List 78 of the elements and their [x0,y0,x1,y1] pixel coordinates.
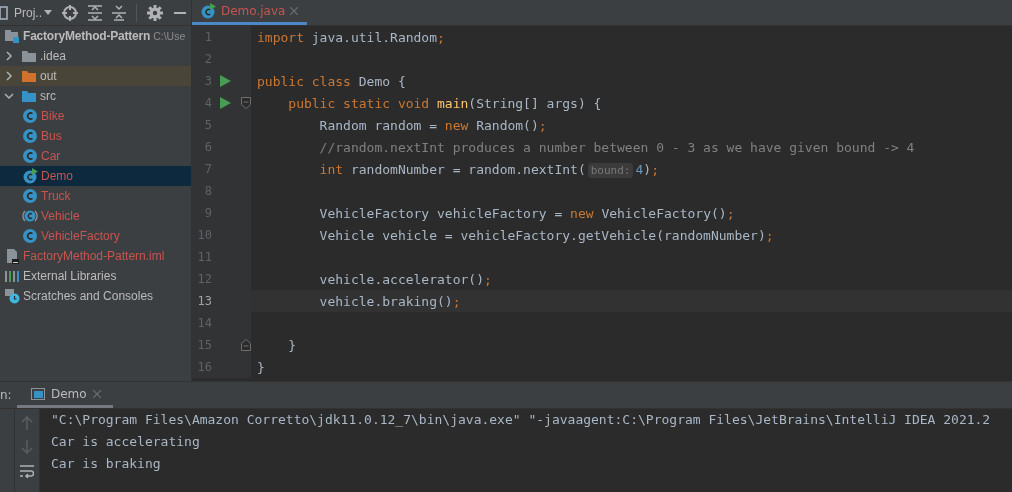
code-line: //random.nextInt produces a number between 0 - 3 as we have given bound -> 4 [318,139,915,155]
tree-label: Bike [41,109,65,123]
fold-icon[interactable] [241,339,251,351]
scratches-icon [4,288,20,304]
tree-item[interactable]: .idea [0,46,191,66]
tree-label: VehicleFactory [41,229,120,243]
tree-label: Scratches and Consoles [23,289,154,303]
tree-label: Vehicle [41,209,80,223]
folder-icon [21,48,37,64]
chevron-down-icon[interactable] [4,91,14,101]
code-line: import java.util.Random; [257,29,445,45]
runnable-class-icon [22,168,38,184]
tree-item[interactable]: Vehicle [0,206,191,226]
settings-icon[interactable] [147,4,163,21]
folder-icon [21,88,37,104]
line-number: 13 [196,294,212,308]
code-line: public static void main(String[] args) { [287,95,602,111]
expand-all-icon[interactable] [88,4,102,21]
locate-icon[interactable] [62,4,78,21]
tree-label: Demo [41,169,73,183]
tree-item[interactable]: Demo [0,166,191,186]
tree-item[interactable]: FactoryMethod-Pattern.iml [0,246,191,266]
parameter-hint: bound: [587,162,634,178]
code-line: int randomNumber = random.nextInt( bound: 4); [318,161,659,177]
console-output-line: Car is accelerating [51,433,201,451]
tree-label: out [40,69,57,83]
tree-label: Car [41,149,61,163]
fold-icon[interactable] [241,97,251,109]
tree-item[interactable]: External Libraries [0,266,191,286]
tree-item[interactable]: FactoryMethod-Pattern C:\Use [0,26,191,46]
tree-item[interactable]: Bike [0,106,191,126]
chevron-right-icon[interactable] [4,51,14,61]
tree-item[interactable]: out [0,66,191,86]
chevron-right-icon[interactable] [4,71,14,81]
class-icon [200,3,216,19]
tree-item[interactable]: src [0,86,191,106]
console-icon [31,387,45,400]
caret-icon [44,9,52,16]
console-output-line: Car is braking [51,455,162,473]
tree-label: External Libraries [23,269,117,283]
project-view-dropdown[interactable]: Proj.. [14,5,52,20]
soft-wrap-icon[interactable] [20,464,34,478]
tree-label: FactoryMethod-Pattern [23,29,151,43]
project-icon [0,5,8,20]
class-icon [22,128,38,144]
code-line: VehicleFactory vehicleFactory = new VehicleFactory(); [318,205,735,221]
code-line: vehicle.accelerator(); [318,271,492,287]
path-label: C:\Use [153,30,186,42]
tree-item[interactable]: VehicleFactory [0,226,191,246]
run-icon[interactable] [220,97,231,109]
tree-label: Bus [41,129,62,143]
code-line: Random random = new Random(); [318,117,547,133]
file-icon [4,248,20,264]
libraries-icon [4,268,20,284]
tree-item[interactable]: Car [0,146,191,166]
tree-item[interactable]: Scratches and Consoles [0,286,191,306]
console-output-line: "C:\Program Files\Amazon Corretto\jdk11.0.12_7\bin\java.exe" "-javaagent:C:\Program Files\JetBrains\IntelliJ IDEA 2021.2 [51,411,991,429]
folder-icon [21,68,37,84]
code-line: } [257,359,265,375]
code-line: vehicle.braking(); [318,293,461,309]
tool-window-label: n: [0,388,13,402]
tree-item[interactable]: Bus [0,126,191,146]
tree-label: src [40,89,56,103]
code-line: } [287,337,297,353]
run-icon[interactable] [220,75,231,87]
class-icon [22,148,38,164]
tree-item[interactable]: Truck [0,186,191,206]
class-icon [22,108,38,124]
tree-label: FactoryMethod-Pattern.iml [23,249,165,263]
class-icon [22,188,38,204]
code-line: Vehicle vehicle = vehicleFactory.getVehicle(randomNumber); [318,227,774,243]
collapse-all-icon[interactable] [112,4,126,21]
module-icon [4,28,20,44]
abstract-class-icon [22,208,38,224]
tree-label: Truck [41,189,71,203]
code-line: public class Demo { [257,73,406,89]
tree-label: .idea [40,49,67,63]
class-icon [22,228,38,244]
